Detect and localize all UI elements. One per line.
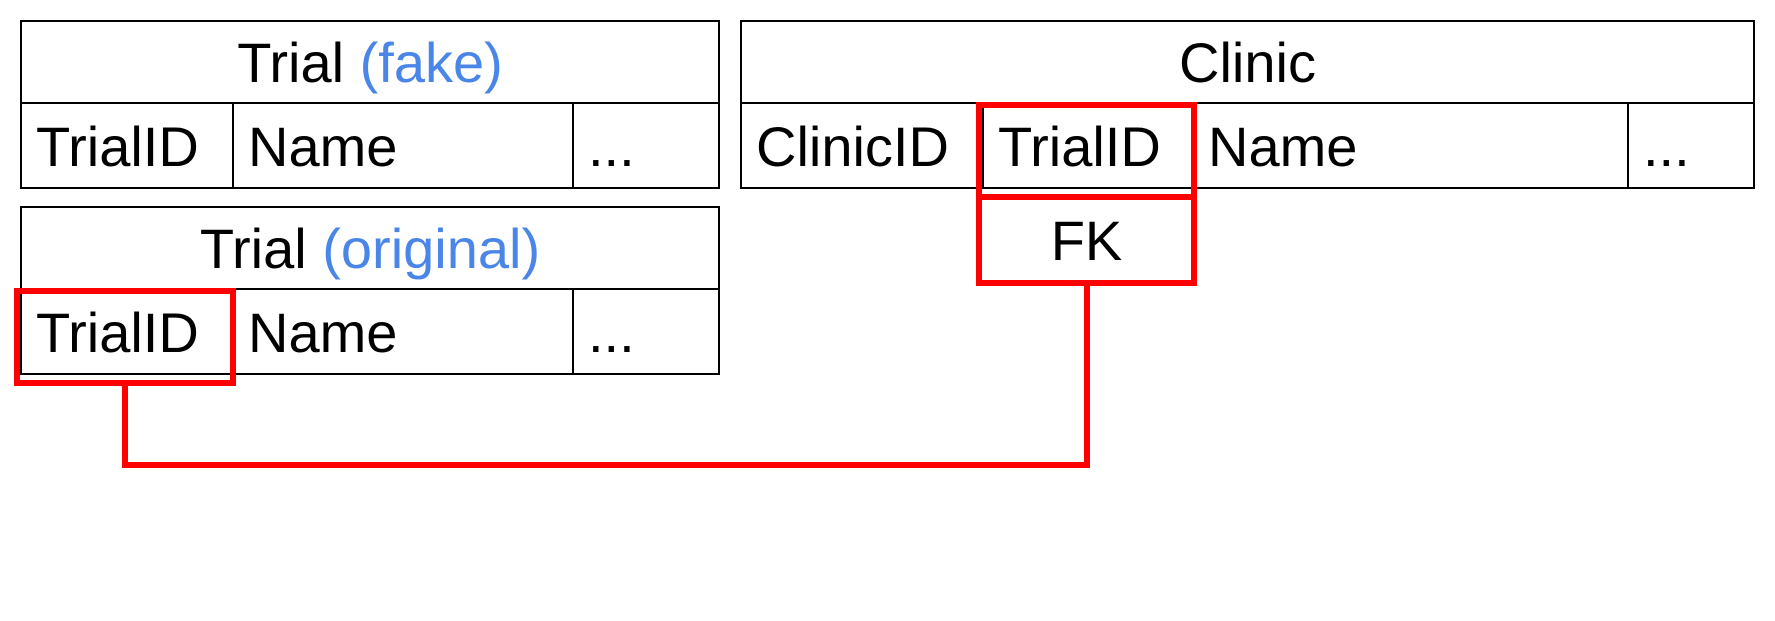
column-clinicid: ClinicID [742,104,982,188]
column-name: Name [1192,104,1627,188]
column-row: TrialID Name ... [22,290,718,374]
column-name: Name [232,104,572,188]
table-annotation: (fake) [360,31,503,94]
table-name: Trial [237,31,344,94]
fk-label-box: FK [976,194,1197,286]
table-name: Trial [200,217,307,280]
table-clinic: Clinic ClinicID TrialID Name ... [740,20,1755,189]
column-ellipsis: ... [572,104,718,188]
table-trial-original: Trial (original) TrialID Name ... [20,206,720,375]
column-ellipsis: ... [572,290,718,374]
table-title-trial-original: Trial (original) [22,208,718,290]
table-title-clinic: Clinic [742,22,1753,104]
column-name: Name [232,290,572,374]
column-trialid: TrialID [982,104,1192,188]
column-trialid: TrialID [22,104,232,188]
table-trial-fake: Trial (fake) TrialID Name ... [20,20,720,189]
table-name: Clinic [1179,31,1316,94]
column-row: ClinicID TrialID Name ... [742,104,1753,188]
diagram-canvas: Trial (fake) TrialID Name ... Trial (ori… [20,20,1755,601]
table-title-trial-fake: Trial (fake) [22,22,718,104]
table-annotation: (original) [322,217,540,280]
column-ellipsis: ... [1627,104,1753,188]
column-trialid: TrialID [22,290,232,374]
column-row: TrialID Name ... [22,104,718,188]
